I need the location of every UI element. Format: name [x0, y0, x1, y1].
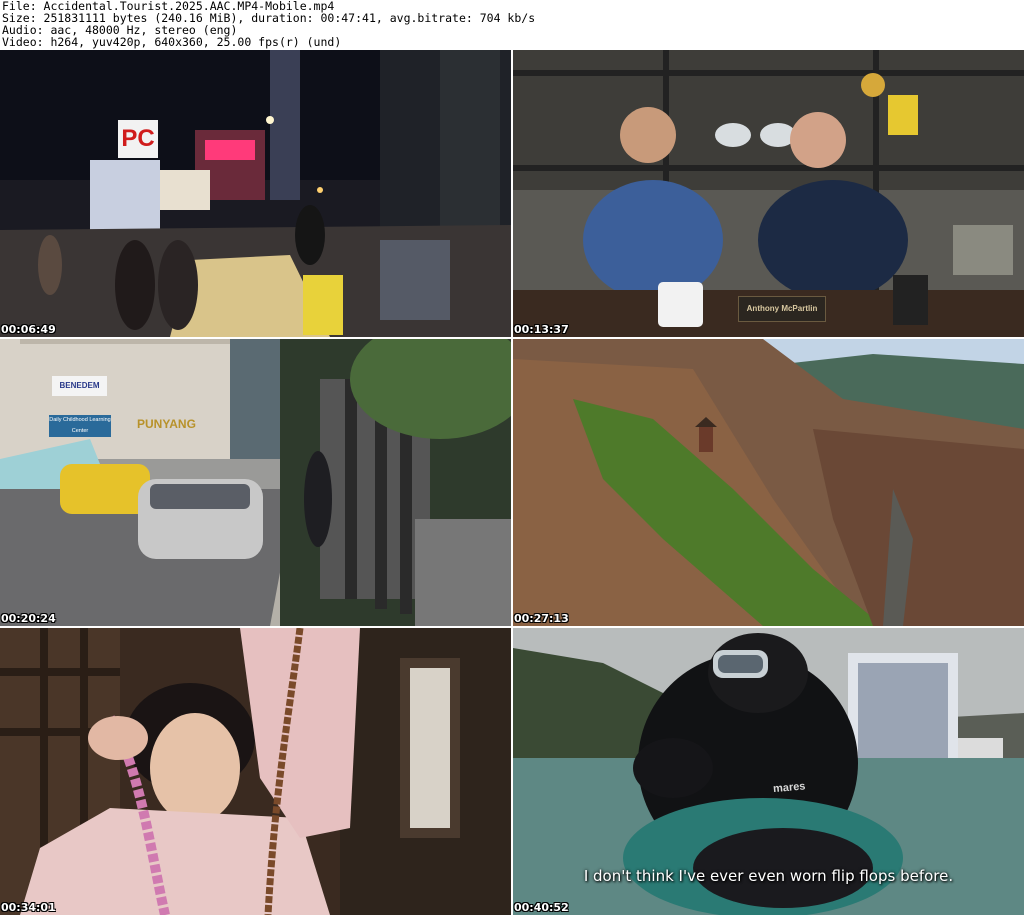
timestamp-label: 00:06:49 — [1, 323, 56, 336]
thumbnail-6[interactable]: mares I don't think I've ever even worn … — [513, 628, 1024, 915]
pc-sign: PC — [118, 120, 158, 158]
video-info-line: Video: h264, yuv420p, 640x360, 25.00 fps… — [2, 35, 342, 49]
timestamp-label: 00:40:52 — [514, 901, 569, 914]
mountain-scene — [513, 339, 1024, 626]
thumbnail-2[interactable]: Anthony McPartlin 00:13:37 — [513, 50, 1024, 337]
nameplate: Anthony McPartlin — [738, 296, 826, 322]
timestamp-label: 00:20:24 — [1, 612, 56, 625]
timestamp-label: 00:13:37 — [514, 323, 569, 336]
thumbnail-grid: PC 00:06:49 Anthony McPartlin 00:13:37 B… — [0, 50, 1024, 915]
file-info-header: File: Accidental.Tourist.2025.AAC.MP4-Mo… — [0, 0, 1024, 50]
thumbnail-4[interactable]: 00:27:13 — [513, 339, 1024, 626]
thumbnail-1[interactable]: PC 00:06:49 — [0, 50, 511, 337]
benedem-sign: BENEDEM — [52, 376, 107, 396]
night-street-scene — [0, 50, 511, 337]
thumbnail-3[interactable]: BENEDEM PUNYANG Daily Childhood Learning… — [0, 339, 511, 626]
timestamp-label: 00:34:01 — [1, 901, 56, 914]
subtitle-text: I don't think I've ever even worn flip f… — [583, 867, 954, 885]
timestamp-label: 00:27:13 — [514, 612, 569, 625]
thumbnail-5[interactable]: 00:34:01 — [0, 628, 511, 915]
woman-beads-scene — [0, 628, 511, 915]
punyang-sign: PUNYANG — [137, 417, 196, 431]
office-scene — [513, 50, 1024, 337]
learning-center-sign: Daily Childhood Learning Center — [49, 415, 111, 437]
